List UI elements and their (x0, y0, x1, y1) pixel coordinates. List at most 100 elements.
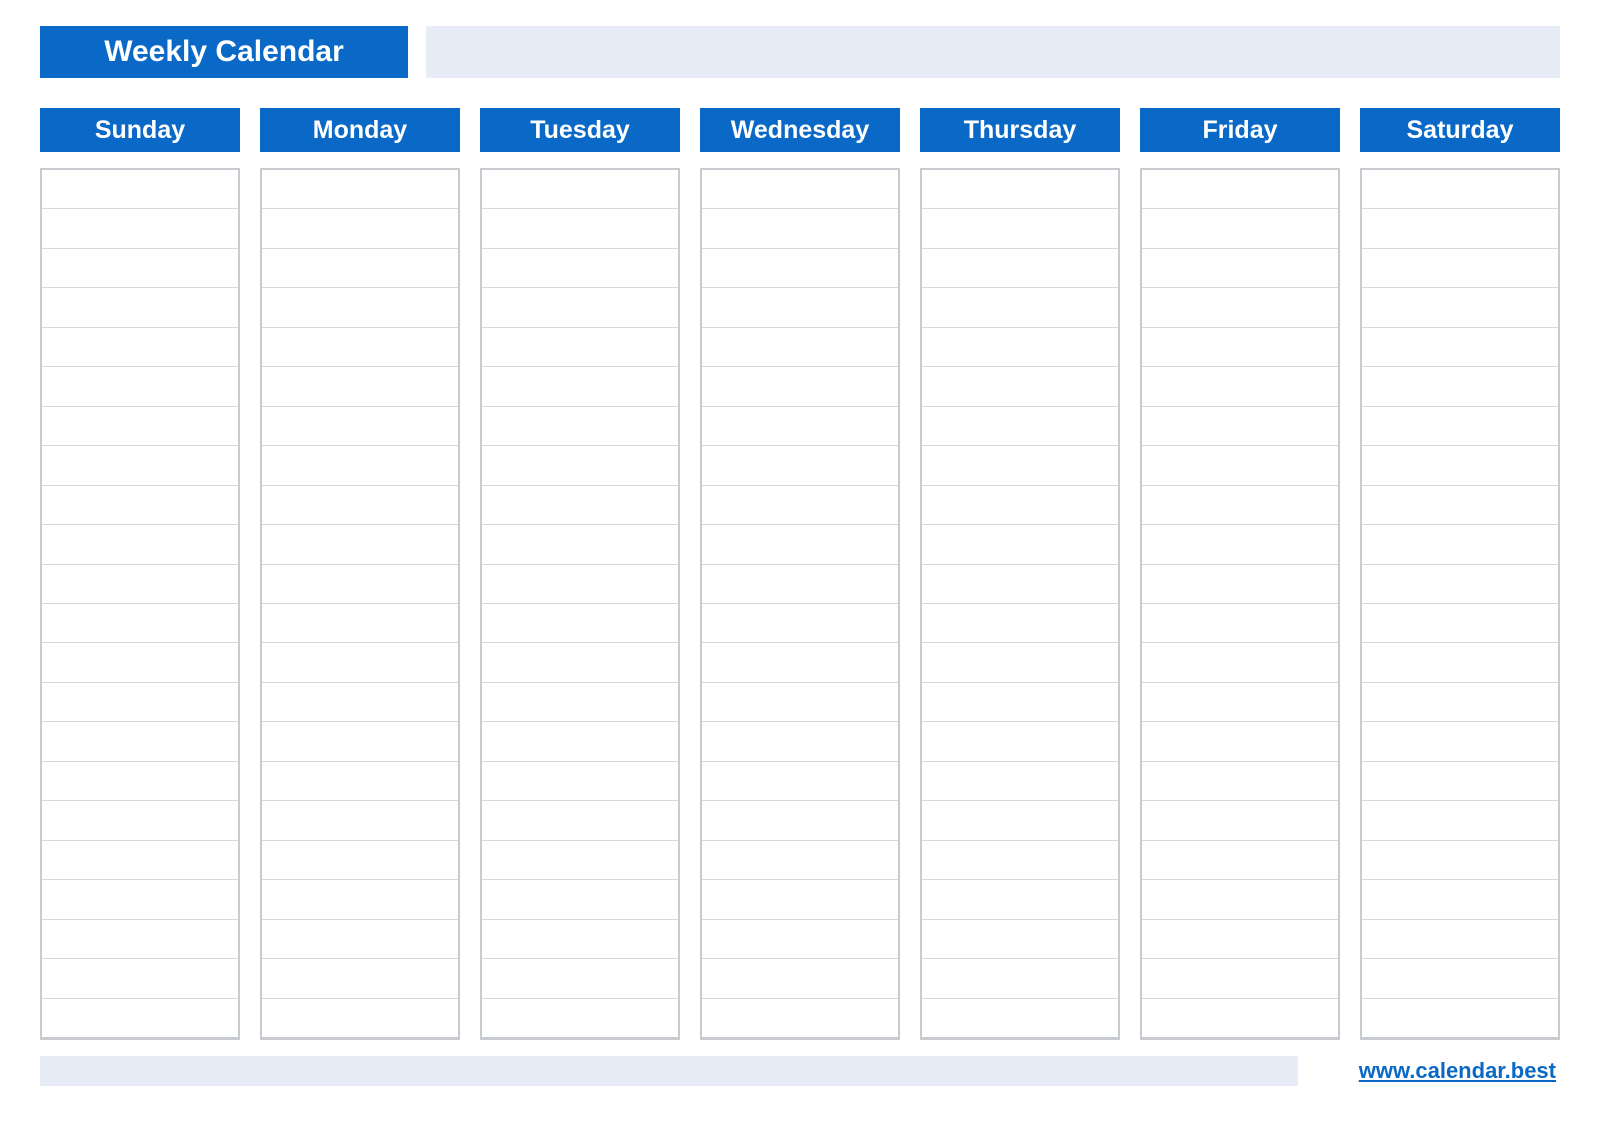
calendar-slot[interactable] (482, 722, 678, 761)
calendar-slot[interactable] (1362, 920, 1558, 959)
calendar-slot[interactable] (42, 565, 238, 604)
calendar-slot[interactable] (482, 999, 678, 1037)
calendar-slot[interactable] (42, 920, 238, 959)
calendar-slot[interactable] (922, 170, 1118, 209)
calendar-slot[interactable] (1362, 367, 1558, 406)
calendar-slot[interactable] (42, 288, 238, 327)
calendar-slot[interactable] (262, 209, 458, 248)
calendar-slot[interactable] (922, 762, 1118, 801)
calendar-slot[interactable] (482, 328, 678, 367)
calendar-slot[interactable] (702, 683, 898, 722)
calendar-slot[interactable] (702, 367, 898, 406)
calendar-slot[interactable] (1142, 959, 1338, 998)
calendar-slot[interactable] (482, 841, 678, 880)
calendar-slot[interactable] (702, 525, 898, 564)
calendar-slot[interactable] (1362, 801, 1558, 840)
calendar-slot[interactable] (1362, 999, 1558, 1037)
calendar-slot[interactable] (42, 446, 238, 485)
calendar-slot[interactable] (482, 486, 678, 525)
calendar-slot[interactable] (1362, 604, 1558, 643)
calendar-slot[interactable] (1362, 959, 1558, 998)
calendar-slot[interactable] (1142, 722, 1338, 761)
calendar-slot[interactable] (482, 367, 678, 406)
calendar-slot[interactable] (702, 170, 898, 209)
calendar-slot[interactable] (262, 249, 458, 288)
calendar-slot[interactable] (1362, 170, 1558, 209)
calendar-slot[interactable] (482, 683, 678, 722)
calendar-slot[interactable] (702, 486, 898, 525)
calendar-slot[interactable] (1142, 209, 1338, 248)
calendar-slot[interactable] (1142, 801, 1338, 840)
calendar-slot[interactable] (1362, 486, 1558, 525)
calendar-slot[interactable] (1142, 170, 1338, 209)
calendar-slot[interactable] (1362, 880, 1558, 919)
calendar-slot[interactable] (1142, 407, 1338, 446)
calendar-slot[interactable] (42, 643, 238, 682)
calendar-slot[interactable] (702, 959, 898, 998)
calendar-slot[interactable] (1142, 604, 1338, 643)
calendar-slot[interactable] (1362, 249, 1558, 288)
calendar-slot[interactable] (1142, 683, 1338, 722)
calendar-slot[interactable] (482, 249, 678, 288)
calendar-slot[interactable] (1142, 525, 1338, 564)
calendar-slot[interactable] (482, 209, 678, 248)
calendar-slot[interactable] (482, 170, 678, 209)
calendar-slot[interactable] (922, 525, 1118, 564)
calendar-slot[interactable] (262, 722, 458, 761)
calendar-slot[interactable] (262, 367, 458, 406)
calendar-slot[interactable] (262, 328, 458, 367)
calendar-slot[interactable] (42, 486, 238, 525)
calendar-slot[interactable] (702, 407, 898, 446)
calendar-slot[interactable] (702, 880, 898, 919)
calendar-slot[interactable] (482, 762, 678, 801)
calendar-slot[interactable] (1362, 722, 1558, 761)
calendar-slot[interactable] (42, 841, 238, 880)
calendar-slot[interactable] (42, 604, 238, 643)
calendar-slot[interactable] (42, 880, 238, 919)
calendar-slot[interactable] (262, 446, 458, 485)
calendar-slot[interactable] (922, 249, 1118, 288)
calendar-slot[interactable] (262, 643, 458, 682)
calendar-slot[interactable] (482, 288, 678, 327)
calendar-slot[interactable] (42, 209, 238, 248)
calendar-slot[interactable] (922, 486, 1118, 525)
calendar-slot[interactable] (42, 328, 238, 367)
calendar-slot[interactable] (922, 209, 1118, 248)
calendar-slot[interactable] (1142, 841, 1338, 880)
calendar-slot[interactable] (702, 920, 898, 959)
calendar-slot[interactable] (922, 683, 1118, 722)
calendar-slot[interactable] (922, 959, 1118, 998)
calendar-slot[interactable] (922, 367, 1118, 406)
calendar-slot[interactable] (262, 841, 458, 880)
calendar-slot[interactable] (922, 604, 1118, 643)
calendar-slot[interactable] (922, 880, 1118, 919)
calendar-slot[interactable] (1362, 525, 1558, 564)
calendar-slot[interactable] (922, 288, 1118, 327)
calendar-slot[interactable] (42, 762, 238, 801)
calendar-slot[interactable] (42, 170, 238, 209)
calendar-slot[interactable] (1142, 565, 1338, 604)
calendar-slot[interactable] (42, 801, 238, 840)
calendar-slot[interactable] (262, 604, 458, 643)
calendar-slot[interactable] (702, 249, 898, 288)
calendar-slot[interactable] (1362, 683, 1558, 722)
calendar-slot[interactable] (702, 999, 898, 1037)
calendar-slot[interactable] (1142, 486, 1338, 525)
calendar-slot[interactable] (702, 565, 898, 604)
calendar-slot[interactable] (702, 841, 898, 880)
calendar-slot[interactable] (702, 762, 898, 801)
calendar-slot[interactable] (1142, 920, 1338, 959)
calendar-slot[interactable] (922, 999, 1118, 1037)
calendar-slot[interactable] (482, 920, 678, 959)
calendar-slot[interactable] (1362, 643, 1558, 682)
calendar-slot[interactable] (1142, 762, 1338, 801)
calendar-slot[interactable] (702, 643, 898, 682)
calendar-slot[interactable] (482, 880, 678, 919)
calendar-slot[interactable] (42, 722, 238, 761)
calendar-slot[interactable] (262, 683, 458, 722)
calendar-slot[interactable] (482, 801, 678, 840)
calendar-slot[interactable] (922, 643, 1118, 682)
calendar-slot[interactable] (922, 920, 1118, 959)
calendar-slot[interactable] (1142, 367, 1338, 406)
calendar-slot[interactable] (482, 446, 678, 485)
